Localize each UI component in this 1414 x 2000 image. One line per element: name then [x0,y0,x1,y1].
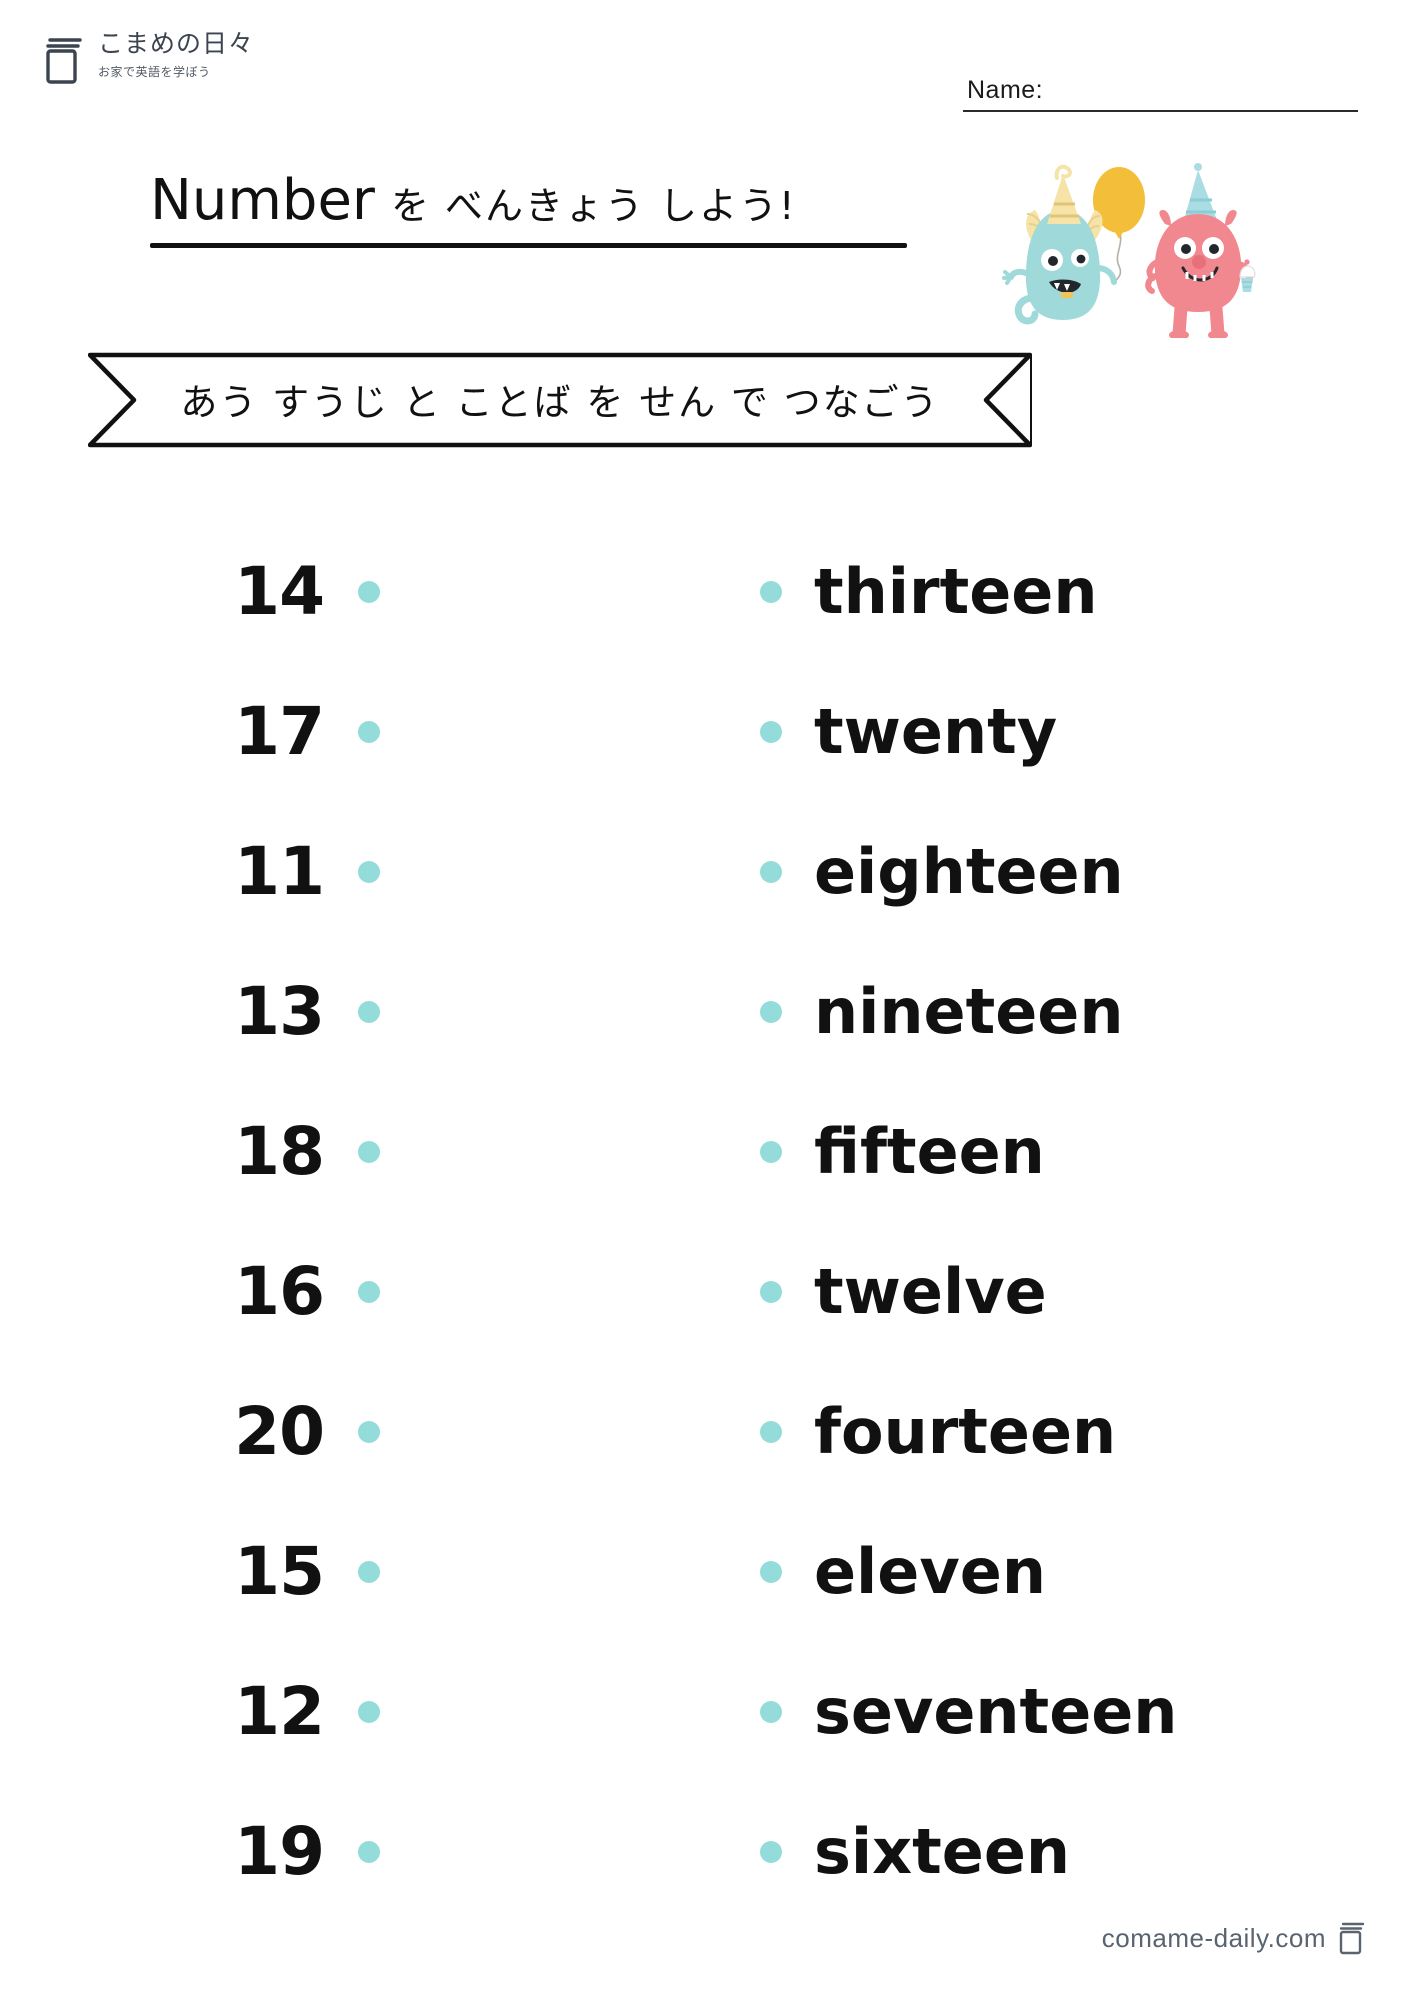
table-row: 14 thirteen [0,522,1414,662]
word-value: twelve [814,1255,1047,1328]
word-value: fourteen [814,1395,1117,1468]
number-connect-dot[interactable] [358,1421,380,1443]
monster-illustration [985,148,1265,341]
title-english: Number [150,168,375,233]
number-value: 20 [234,1393,325,1470]
word-cell: sixteen [760,1821,1070,1883]
number-connect-dot[interactable] [358,721,380,743]
word-connect-dot[interactable] [760,581,782,603]
word-connect-dot[interactable] [760,1281,782,1303]
number-cell: 20 [0,1399,380,1465]
brand-name: こまめの日々 [98,29,255,58]
number-cell: 16 [0,1259,380,1325]
word-cell: seventeen [760,1681,1177,1743]
word-value: eleven [814,1535,1046,1608]
book-icon [1338,1920,1366,1956]
number-value: 19 [234,1813,325,1890]
number-value: 16 [234,1253,325,1330]
brand-tagline: お家で英語を学ぼう [98,64,211,79]
word-cell: twelve [760,1261,1047,1323]
word-cell: eighteen [760,841,1124,903]
number-cell: 19 [0,1819,380,1885]
worksheet-page: こまめの日々 お家で英語を学ぼう Name: Number を べんきょう しよ… [0,0,1414,2000]
name-field-group: Name: [963,76,1358,112]
number-connect-dot[interactable] [358,1141,380,1163]
number-cell: 12 [0,1679,380,1745]
table-row: 11 eighteen [0,802,1414,942]
word-cell: thirteen [760,561,1097,623]
word-value: thirteen [814,555,1098,628]
word-connect-dot[interactable] [760,1001,782,1023]
table-row: 12 seventeen [0,1642,1414,1782]
word-value: seventeen [814,1675,1178,1748]
table-row: 13 nineteen [0,942,1414,1082]
number-connect-dot[interactable] [358,1561,380,1583]
table-row: 16 twelve [0,1222,1414,1362]
word-connect-dot[interactable] [760,1141,782,1163]
number-connect-dot[interactable] [358,1001,380,1023]
number-cell: 17 [0,699,380,765]
number-value: 14 [234,553,325,630]
number-connect-dot[interactable] [358,861,380,883]
title-japanese: を べんきょう しよう! [390,184,797,228]
word-value: twenty [814,695,1058,768]
footer: comame-daily.com [1102,1920,1366,1956]
word-value: nineteen [814,975,1124,1048]
instruction-text: あう すうじ と ことば を せん で つなごう [180,380,940,424]
number-connect-dot[interactable] [358,1281,380,1303]
word-connect-dot[interactable] [760,1841,782,1863]
book-icon [44,34,84,86]
number-connect-dot[interactable] [358,1701,380,1723]
number-value: 12 [234,1673,325,1750]
word-connect-dot[interactable] [760,1421,782,1443]
name-label: Name: [967,76,1044,104]
table-row: 18 fifteen [0,1082,1414,1222]
number-connect-dot[interactable] [358,581,380,603]
brand-logo: こまめの日々 お家で英語を学ぼう [44,29,255,86]
word-cell: eleven [760,1541,1046,1603]
number-cell: 14 [0,559,380,625]
number-value: 13 [234,973,325,1050]
title-underline [150,243,907,248]
number-value: 15 [234,1533,325,1610]
number-cell: 13 [0,979,380,1045]
number-cell: 15 [0,1539,380,1605]
word-cell: fifteen [760,1121,1045,1183]
word-connect-dot[interactable] [760,721,782,743]
page-title: Number を べんきょう しよう! [150,168,940,248]
word-cell: nineteen [760,981,1123,1043]
number-cell: 11 [0,839,380,905]
table-row: 17 twenty [0,662,1414,802]
table-row: 19 sixteen [0,1782,1414,1922]
number-value: 11 [234,833,325,910]
number-value: 18 [234,1113,325,1190]
number-value: 17 [234,693,325,770]
number-connect-dot[interactable] [358,1841,380,1863]
name-input-line[interactable] [963,110,1358,112]
word-connect-dot[interactable] [760,861,782,883]
table-row: 20 fourteen [0,1362,1414,1502]
word-value: fifteen [814,1115,1045,1188]
matching-exercise: 14 thirteen 17 twenty 11 eighteen 13 nin… [0,522,1414,1922]
word-value: sixteen [814,1815,1071,1888]
word-value: eighteen [814,835,1124,908]
word-connect-dot[interactable] [760,1701,782,1723]
word-cell: twenty [760,701,1057,763]
footer-url[interactable]: comame-daily.com [1102,1923,1326,1954]
table-row: 15 eleven [0,1502,1414,1642]
word-cell: fourteen [760,1401,1116,1463]
instruction-banner: あう すうじ と ことば を せん で つなごう [87,352,1033,448]
number-cell: 18 [0,1119,380,1185]
word-connect-dot[interactable] [760,1561,782,1583]
